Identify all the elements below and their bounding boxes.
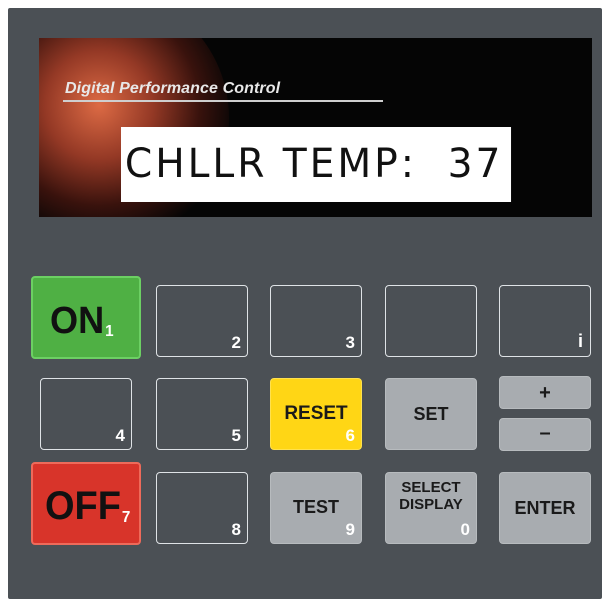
key-5-button[interactable]: 5: [156, 378, 248, 450]
display-label: DISPLAY: [399, 496, 463, 513]
select-display-button[interactable]: SELECT DISPLAY 0: [385, 472, 477, 544]
key-8-button[interactable]: 8: [156, 472, 248, 544]
test-number: 9: [345, 520, 355, 539]
set-button[interactable]: SET: [385, 378, 477, 450]
select-label: SELECT: [401, 479, 461, 496]
lcd-readout: CHLLR TEMP: 37: [121, 127, 512, 202]
key-3-button[interactable]: 3: [270, 285, 362, 357]
key-8-number: 8: [231, 520, 241, 539]
test-label: TEST: [292, 497, 339, 517]
off-number: 7: [121, 509, 131, 526]
reset-button[interactable]: RESET 6: [270, 378, 362, 450]
on-number: 1: [105, 323, 114, 340]
plus-button[interactable]: +: [499, 376, 591, 409]
brand-title: Digital Performance Control: [65, 80, 281, 97]
key-3-number: 3: [345, 333, 355, 352]
brand-underline: [63, 100, 383, 102]
enter-button[interactable]: ENTER: [499, 472, 591, 544]
key-5-number: 5: [231, 426, 241, 445]
off-label: OFF: [45, 484, 121, 528]
key-2-button[interactable]: 2: [156, 285, 248, 357]
minus-button[interactable]: –: [499, 418, 591, 451]
set-label: SET: [413, 404, 449, 424]
key-4-number: 4: [115, 426, 125, 445]
info-icon: i: [577, 331, 583, 351]
enter-label: ENTER: [514, 498, 576, 518]
plus-label: +: [539, 382, 551, 404]
select-display-number: 0: [460, 520, 470, 539]
on-label: ON: [50, 300, 105, 342]
reset-label: RESET: [284, 403, 348, 424]
blank-button[interactable]: [385, 285, 477, 357]
off-button[interactable]: OFF7: [31, 462, 141, 545]
minus-label: –: [539, 422, 551, 444]
reset-number: 6: [345, 426, 355, 445]
key-2-number: 2: [231, 333, 241, 352]
key-4-button[interactable]: 4: [40, 378, 132, 450]
on-button[interactable]: ON1: [31, 276, 141, 359]
display-window: Digital Performance Control CHLLR TEMP: …: [39, 38, 592, 217]
test-button[interactable]: TEST 9: [270, 472, 362, 544]
info-button[interactable]: i: [499, 285, 591, 357]
